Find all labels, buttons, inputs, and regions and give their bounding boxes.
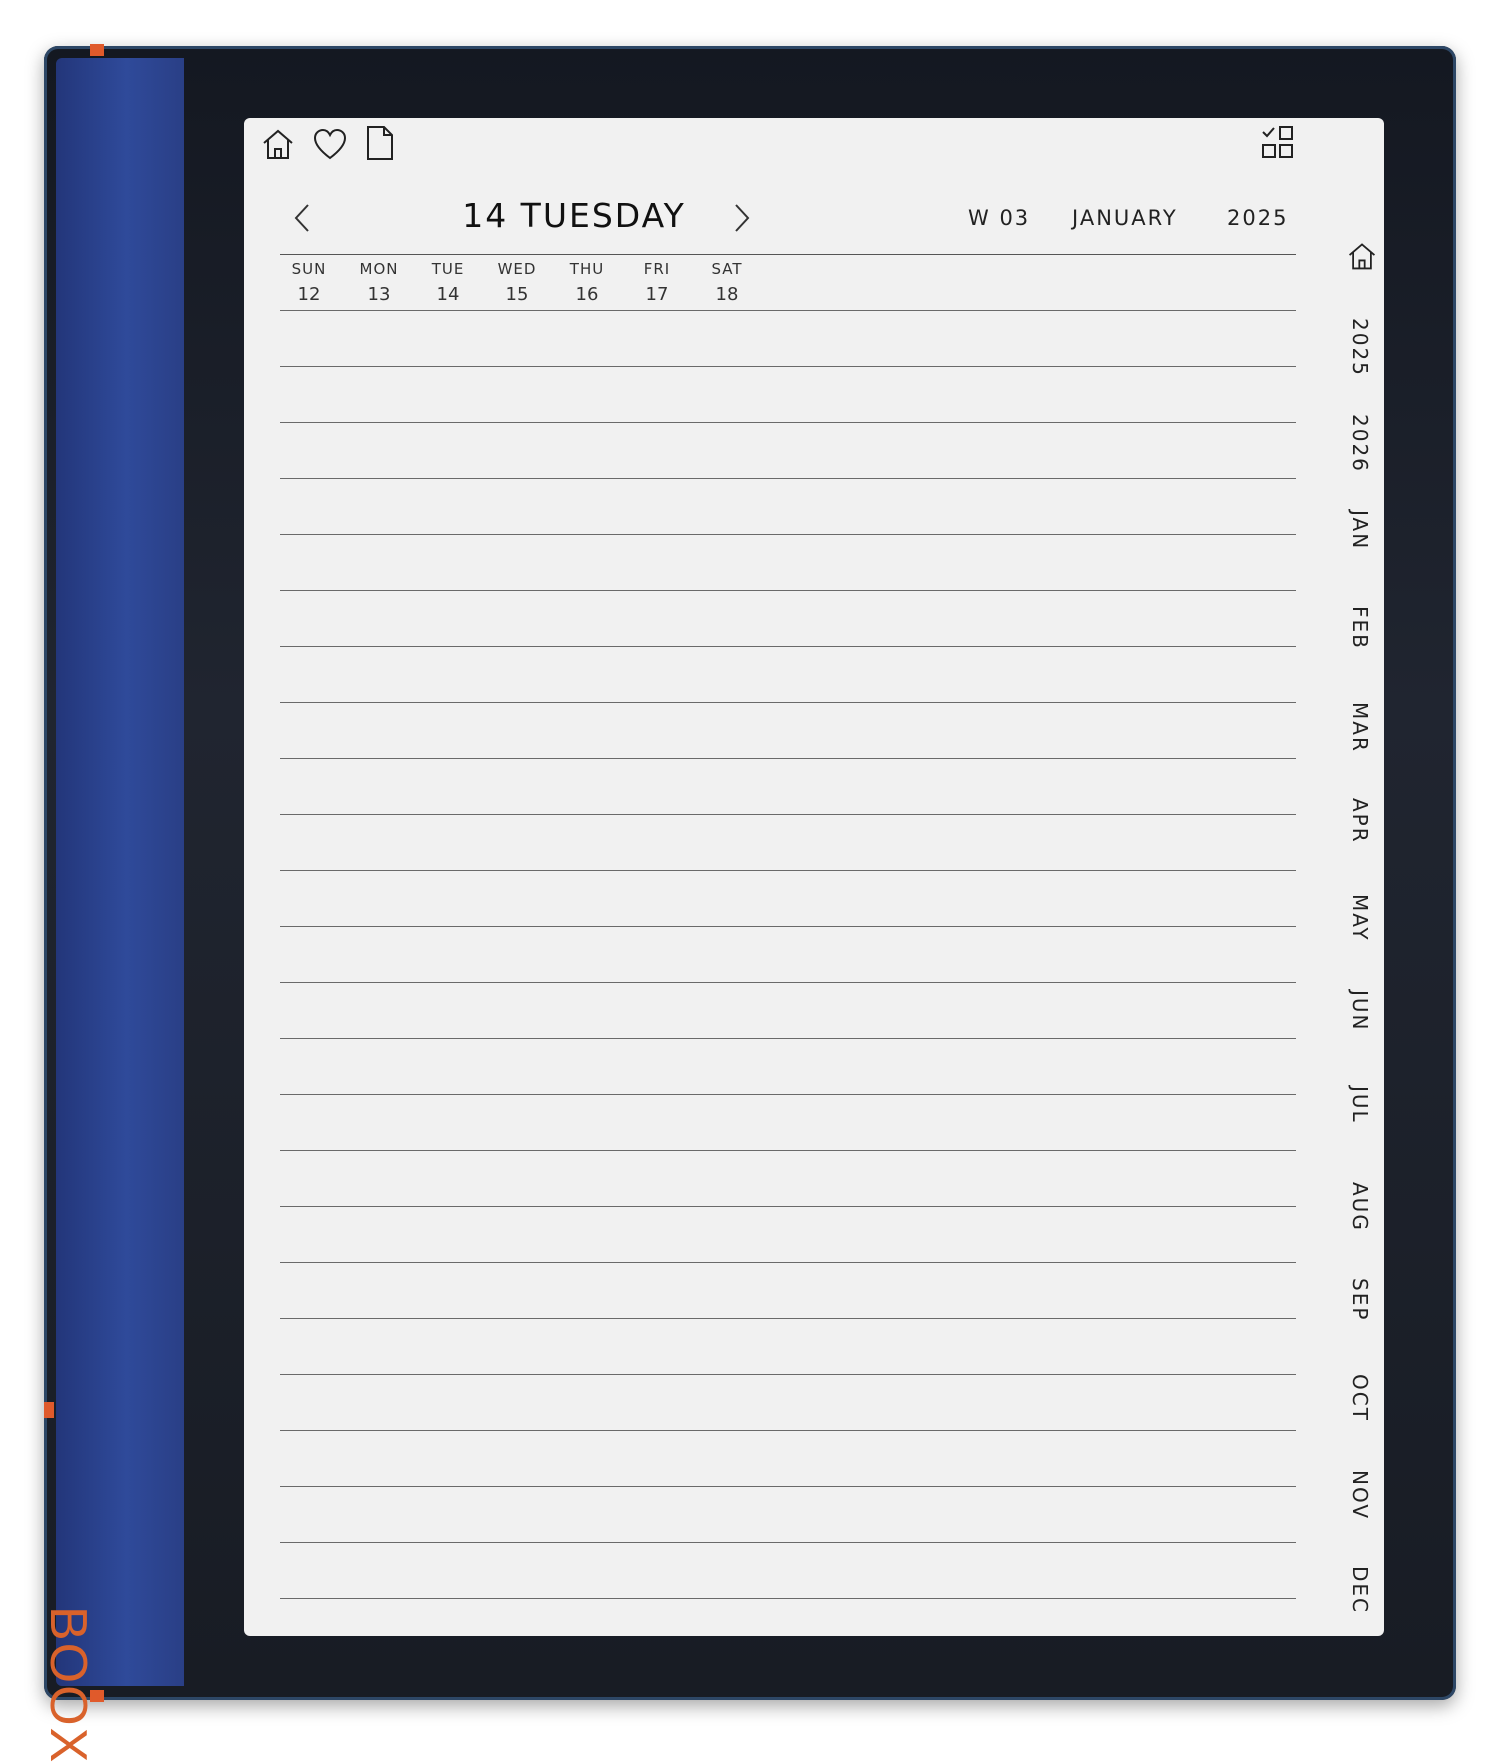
side-tab-aug[interactable]: AUG xyxy=(1344,1182,1372,1262)
note-line[interactable] xyxy=(280,1262,1296,1263)
note-line[interactable] xyxy=(280,1206,1296,1207)
week-day-date: 17 xyxy=(645,284,669,305)
side-tab-2026[interactable]: 2026 xyxy=(1344,414,1372,494)
note-line[interactable] xyxy=(280,1430,1296,1431)
week-day-mon[interactable]: MON 13 xyxy=(344,260,414,305)
note-line[interactable] xyxy=(280,1094,1296,1095)
heart-icon[interactable] xyxy=(312,128,348,162)
note-line[interactable] xyxy=(280,590,1296,591)
brand-logo: BOOX xyxy=(39,1606,97,1764)
note-line[interactable] xyxy=(280,1150,1296,1151)
document-icon[interactable] xyxy=(366,125,394,161)
note-line[interactable] xyxy=(280,702,1296,703)
home-icon[interactable] xyxy=(260,126,296,162)
note-line[interactable] xyxy=(280,646,1296,647)
week-day-name: THU xyxy=(569,260,605,278)
header-divider xyxy=(280,254,1296,255)
accent-mark xyxy=(44,1402,54,1418)
week-day-name: SUN xyxy=(291,260,327,278)
note-line[interactable] xyxy=(280,982,1296,983)
note-line[interactable] xyxy=(280,926,1296,927)
week-day-name: FRI xyxy=(643,260,671,278)
month-link[interactable]: JANUARY xyxy=(1072,206,1178,230)
note-line[interactable] xyxy=(280,1374,1296,1375)
day-title: 14 TUESDAY xyxy=(462,196,686,235)
week-day-date: 18 xyxy=(715,284,739,305)
week-day-date: 13 xyxy=(367,284,391,305)
week-day-date: 14 xyxy=(436,284,460,305)
side-tab-jan[interactable]: JAN xyxy=(1344,510,1372,590)
note-line[interactable] xyxy=(280,478,1296,479)
side-home-icon[interactable] xyxy=(1346,240,1378,272)
note-line[interactable] xyxy=(280,758,1296,759)
note-line[interactable] xyxy=(280,1542,1296,1543)
week-day-date: 12 xyxy=(297,284,321,305)
side-tab-nov[interactable]: NOV xyxy=(1344,1470,1372,1550)
side-tab-oct[interactable]: OCT xyxy=(1344,1374,1372,1454)
side-tab-apr[interactable]: APR xyxy=(1344,798,1372,878)
layout-grid-icon[interactable] xyxy=(1260,125,1296,161)
side-tab-may[interactable]: MAY xyxy=(1344,894,1372,974)
note-line[interactable] xyxy=(280,534,1296,535)
week-number[interactable]: W 03 xyxy=(968,206,1030,230)
accent-mark xyxy=(90,44,104,56)
week-day-name: TUE xyxy=(431,260,465,278)
side-tab-jun[interactable]: JUN xyxy=(1344,990,1372,1070)
side-tab-mar[interactable]: MAR xyxy=(1344,702,1372,782)
week-day-wed[interactable]: WED 15 xyxy=(482,260,552,305)
note-line[interactable] xyxy=(280,870,1296,871)
week-day-date: 16 xyxy=(575,284,599,305)
week-day-sat[interactable]: SAT 18 xyxy=(692,260,762,305)
side-tab-dec[interactable]: DEC xyxy=(1344,1566,1372,1646)
week-day-name: SAT xyxy=(711,260,743,278)
side-tab-jul[interactable]: JUL xyxy=(1344,1086,1372,1166)
note-line[interactable] xyxy=(280,1598,1296,1599)
note-line[interactable] xyxy=(280,366,1296,367)
chevron-left-icon[interactable] xyxy=(292,202,312,238)
side-tab-feb[interactable]: FEB xyxy=(1344,606,1372,686)
note-line[interactable] xyxy=(280,310,1296,311)
note-line[interactable] xyxy=(280,422,1296,423)
week-day-name: MON xyxy=(359,260,399,278)
week-day-fri[interactable]: FRI 17 xyxy=(622,260,692,305)
week-day-thu[interactable]: THU 16 xyxy=(552,260,622,305)
note-line[interactable] xyxy=(280,1318,1296,1319)
chevron-right-icon[interactable] xyxy=(732,202,752,238)
week-day-tue[interactable]: TUE 14 xyxy=(413,260,483,305)
planner-screen: 14 TUESDAY W 03 JANUARY 2025 SUN 12 MON … xyxy=(244,118,1384,1636)
device-spine xyxy=(56,58,184,1686)
side-tab-sep[interactable]: SEP xyxy=(1344,1278,1372,1358)
side-tab-2025[interactable]: 2025 xyxy=(1344,318,1372,398)
note-line[interactable] xyxy=(280,814,1296,815)
year-link[interactable]: 2025 xyxy=(1227,206,1288,230)
week-day-name: WED xyxy=(497,260,537,278)
week-day-sun[interactable]: SUN 12 xyxy=(274,260,344,305)
note-line[interactable] xyxy=(280,1038,1296,1039)
week-day-date: 15 xyxy=(505,284,529,305)
note-line[interactable] xyxy=(280,1486,1296,1487)
